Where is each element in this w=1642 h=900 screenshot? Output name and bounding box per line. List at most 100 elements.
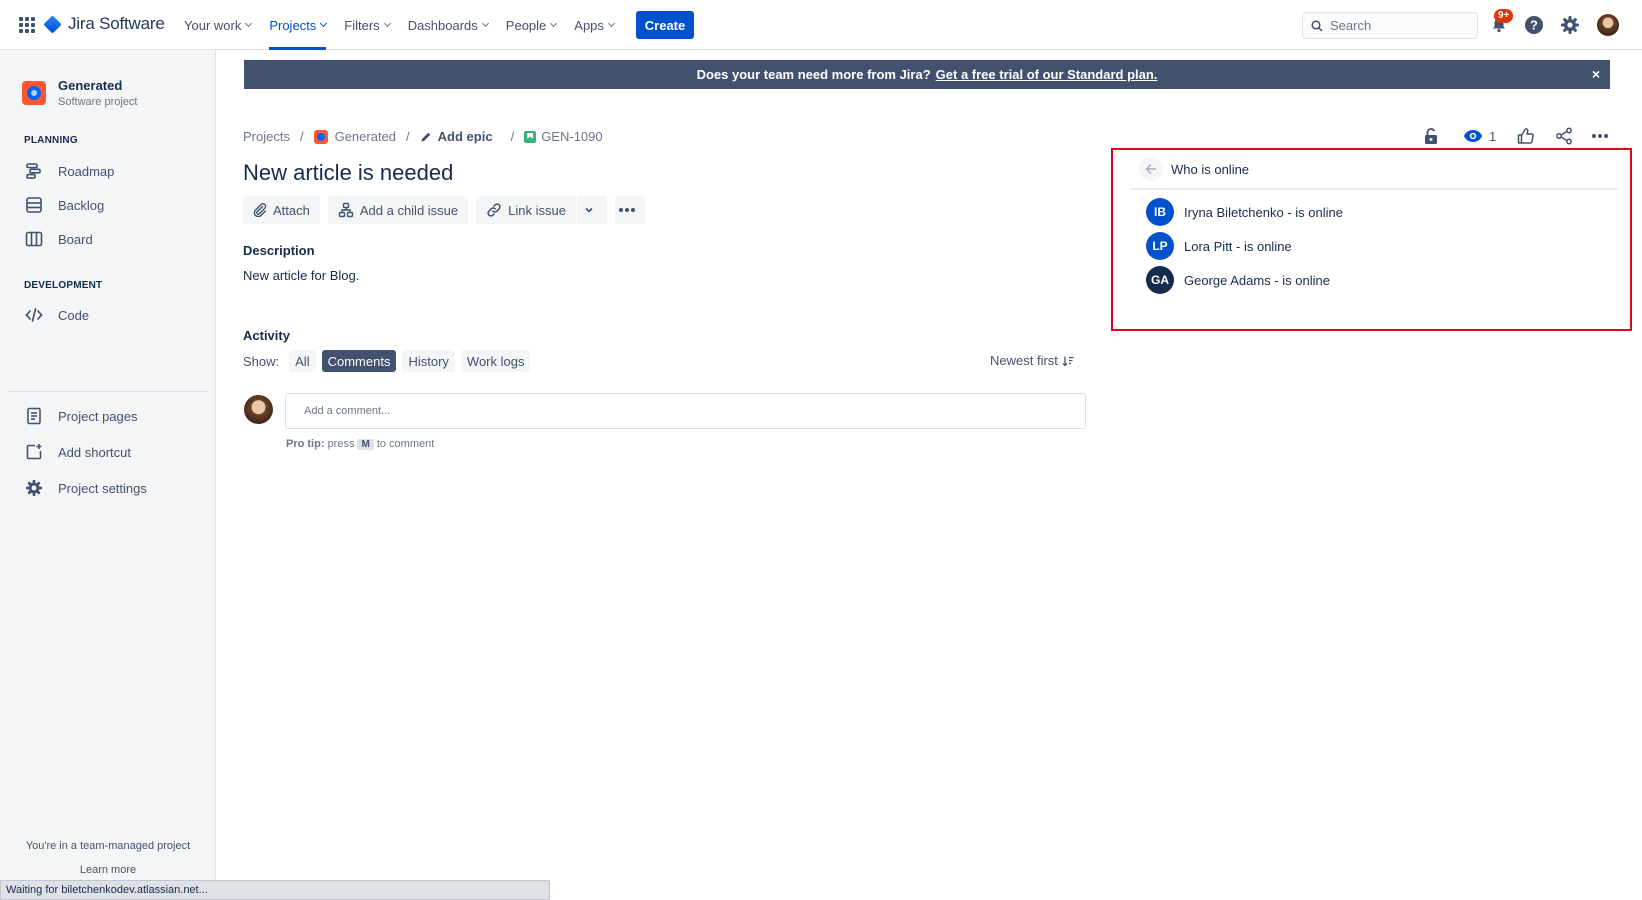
- search-input[interactable]: [1330, 18, 1470, 33]
- board-icon: [24, 229, 44, 249]
- attach-button[interactable]: Attach: [243, 196, 320, 224]
- comment-input[interactable]: Add a comment...: [285, 393, 1086, 429]
- like-icon[interactable]: [1516, 126, 1536, 146]
- child-issue-icon: [338, 202, 354, 218]
- online-user-row[interactable]: GA George Adams - is online: [1146, 266, 1330, 294]
- nav-projects[interactable]: Projects: [269, 0, 328, 50]
- project-header[interactable]: Generated Software project: [22, 78, 137, 108]
- nav-label: Filters: [344, 17, 380, 33]
- online-user-row[interactable]: IB Iryna Biletchenko - is online: [1146, 198, 1343, 226]
- sidebar-item-label: Code: [58, 307, 90, 323]
- sidebar-item-label: Project pages: [58, 408, 138, 424]
- help-icon[interactable]: ?: [1523, 14, 1545, 36]
- chevron-down-icon: [245, 19, 253, 28]
- sidebar-item-label: Roadmap: [58, 163, 115, 179]
- sidebar-item-label: Add shortcut: [58, 444, 131, 460]
- online-user-row[interactable]: LP Lora Pitt - is online: [1146, 232, 1292, 260]
- browser-status-bar: Waiting for biletchenkodev.atlassian.net…: [0, 880, 550, 900]
- nav-label: Apps: [574, 17, 604, 33]
- avatar: GA: [1146, 266, 1174, 294]
- attach-label: Attach: [273, 202, 310, 218]
- create-button[interactable]: Create: [636, 11, 694, 39]
- nav-dashboards[interactable]: Dashboards: [408, 0, 489, 50]
- nav-apps[interactable]: Apps: [574, 0, 615, 50]
- code-icon: [24, 305, 44, 325]
- nav-label: People: [505, 17, 547, 33]
- show-label: Show:: [243, 353, 280, 369]
- pages-icon: [24, 406, 44, 426]
- upgrade-banner: Does your team need more from Jira? Get a…: [244, 60, 1610, 89]
- filter-work-logs[interactable]: Work logs: [460, 350, 531, 372]
- sidebar-item-add-shortcut[interactable]: Add shortcut: [24, 440, 131, 464]
- panel-header: Who is online: [1131, 150, 1618, 190]
- link-issue-dropdown[interactable]: [576, 196, 607, 224]
- project-type: Software project: [58, 96, 138, 108]
- link-issue-label: Link issue: [508, 202, 566, 218]
- breadcrumb-issue-key[interactable]: GEN-1090: [524, 129, 603, 144]
- project-name: Generated: [58, 78, 123, 93]
- back-arrow-icon[interactable]: [1139, 157, 1163, 181]
- pencil-icon: [421, 132, 430, 141]
- issue-title[interactable]: New article is needed: [243, 160, 453, 186]
- sort-label: Newest first: [990, 353, 1058, 368]
- notification-badge: 9+: [1494, 9, 1514, 23]
- lock-icon[interactable]: [1421, 126, 1441, 146]
- chevron-down-icon: [481, 19, 489, 28]
- nav-people[interactable]: People: [505, 0, 558, 50]
- nav-label: Your work: [184, 17, 242, 33]
- description-text[interactable]: New article for Blog.: [243, 268, 359, 283]
- shortcut-key: M: [357, 439, 374, 450]
- app-switcher-icon[interactable]: [19, 17, 35, 33]
- sidebar-item-label: Backlog: [58, 197, 105, 213]
- sidebar-item-board[interactable]: Board: [24, 227, 93, 251]
- chevron-down-icon: [607, 19, 615, 28]
- main-nav: Your work Projects Filters Dashboards Pe…: [184, 0, 632, 50]
- banner-link[interactable]: Get a free trial of our Standard plan.: [936, 67, 1158, 82]
- sidebar-item-project-pages[interactable]: Project pages: [24, 404, 138, 428]
- watch-count: 1: [1489, 129, 1497, 144]
- share-icon[interactable]: [1554, 126, 1574, 146]
- breadcrumb-separator: /: [510, 129, 515, 144]
- project-sidebar: Generated Software project PLANNING Road…: [0, 50, 216, 900]
- nav-your-work[interactable]: Your work: [184, 0, 253, 50]
- jira-logo[interactable]: Jira Software: [43, 14, 165, 34]
- development-section-title: DEVELOPMENT: [24, 280, 103, 291]
- add-child-issue-button[interactable]: Add a child issue: [327, 196, 469, 224]
- issue-key-label: GEN-1090: [541, 129, 603, 144]
- sort-order-button[interactable]: Newest first: [990, 353, 1074, 368]
- search-box[interactable]: [1302, 12, 1478, 39]
- filter-all[interactable]: All: [289, 350, 316, 372]
- profile-avatar[interactable]: [1597, 14, 1619, 36]
- sidebar-item-roadmap[interactable]: Roadmap: [24, 159, 114, 183]
- chevron-down-icon: [550, 19, 558, 28]
- breadcrumb-project[interactable]: Generated: [313, 129, 396, 144]
- project-avatar-icon: [313, 129, 328, 144]
- close-icon[interactable]: ×: [1592, 60, 1600, 89]
- watch-eye-icon[interactable]: [1463, 126, 1483, 146]
- learn-more-link[interactable]: Learn more: [0, 864, 216, 876]
- breadcrumb-separator: /: [406, 129, 410, 144]
- more-actions-button[interactable]: [614, 196, 645, 224]
- settings-icon[interactable]: [1559, 14, 1581, 36]
- link-icon: [487, 203, 501, 217]
- sidebar-item-backlog[interactable]: Backlog: [24, 193, 104, 217]
- sidebar-item-code[interactable]: Code: [24, 303, 89, 327]
- online-user-text: George Adams - is online: [1184, 272, 1330, 288]
- filter-comments[interactable]: Comments: [321, 350, 397, 372]
- sidebar-item-label: Project settings: [58, 480, 147, 496]
- filter-history[interactable]: History: [402, 350, 455, 372]
- sidebar-item-label: Board: [58, 231, 93, 247]
- breadcrumb-projects[interactable]: Projects: [243, 129, 290, 144]
- sidebar-item-project-settings[interactable]: Project settings: [24, 476, 147, 500]
- issue-toolbar: Attach Add a child issue Link issue: [243, 196, 653, 224]
- more-icon[interactable]: [1590, 126, 1610, 146]
- online-user-text: Lora Pitt - is online: [1184, 238, 1292, 254]
- jira-diamond-icon: [43, 14, 62, 34]
- nav-filters[interactable]: Filters: [344, 0, 391, 50]
- search-icon: [1311, 19, 1323, 32]
- breadcrumb-add-epic[interactable]: Add epic: [420, 129, 493, 144]
- banner-text: Does your team need more from Jira?: [696, 67, 931, 82]
- breadcrumb-separator: /: [299, 129, 304, 144]
- link-issue-button[interactable]: Link issue: [476, 196, 576, 224]
- chevron-down-icon: [383, 19, 391, 28]
